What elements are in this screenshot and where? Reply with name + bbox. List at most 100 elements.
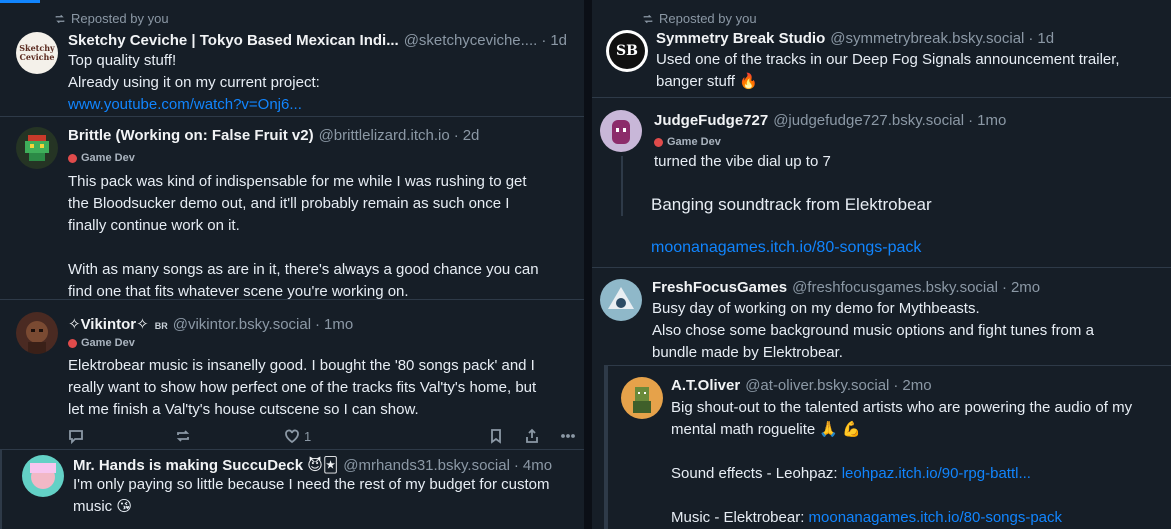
author-name[interactable]: ✧Vikintor✧	[68, 315, 149, 333]
author-handle[interactable]: @sketchyceviche....	[404, 32, 538, 49]
author-name[interactable]: Sketchy Ceviche | Tokyo Based Mexican In…	[68, 32, 399, 49]
author-handle[interactable]: @at-oliver.bsky.social	[745, 377, 889, 394]
post-link[interactable]: www.youtube.com/watch?v=Onj6...	[68, 94, 320, 116]
post-text-line: the Bloodsucker demo out, and it'll prob…	[68, 195, 510, 212]
like-count: 1	[304, 428, 312, 444]
avatar[interactable]: SB	[606, 30, 648, 72]
post-header: FreshFocusGames @freshfocusgames.bsky.so…	[652, 279, 1040, 296]
feed-post-freshfocus[interactable]: FreshFocusGames @freshfocusgames.bsky.so…	[592, 268, 1171, 529]
post-time[interactable]: 2mo	[902, 377, 931, 394]
like-icon	[285, 429, 299, 444]
repost-label: Reposted by you	[659, 11, 757, 26]
author-handle[interactable]: @symmetrybreak.bsky.social	[830, 30, 1024, 47]
post-header: Mr. Hands is making SuccuDeck 😈🃏 @mrhand…	[73, 456, 552, 474]
post-time[interactable]: 2mo	[1011, 279, 1040, 296]
post-time[interactable]: 1d	[550, 32, 567, 49]
avatar[interactable]: Sketchy Ceviche	[16, 32, 58, 74]
quoted-post-at-oliver[interactable]: A.T.Oliver @at-oliver.bsky.social · 2mo …	[604, 365, 1171, 529]
author-name[interactable]: JudgeFudge727	[654, 112, 768, 129]
bookmark-button[interactable]	[488, 428, 504, 444]
post-text: Elektrobear music is insanelly good. I b…	[68, 355, 536, 421]
post-text-line: This pack was kind of indispensable for …	[68, 173, 527, 190]
author-flag-badge: BR	[154, 321, 168, 331]
feed-post-vikintor[interactable]: ✧Vikintor✧ BR @vikintor.bsky.social · 1m…	[0, 300, 584, 450]
post-header: A.T.Oliver @at-oliver.bsky.social · 2mo	[671, 377, 932, 394]
feed-post-symmetry-break[interactable]: Reposted by you SB Symmetry Break Studio…	[592, 0, 1171, 98]
reply-icon	[69, 430, 83, 444]
sfx-link[interactable]: leohpaz.itch.io/90-rpg-battl...	[842, 465, 1031, 482]
separator-dot: ·	[1028, 30, 1034, 47]
post-text-line: Music - Elektrobear: moonanagames.itch.i…	[671, 507, 1132, 529]
feed-post-judgefudge[interactable]: JudgeFudge727 @judgefudge727.bsky.social…	[592, 98, 1171, 268]
post-text: I'm only paying so little because I need…	[73, 474, 549, 518]
avatar[interactable]	[600, 110, 642, 152]
post-header: JudgeFudge727 @judgefudge727.bsky.social…	[654, 112, 1006, 129]
share-button[interactable]	[524, 428, 540, 444]
post-text: Used one of the tracks in our Deep Fog S…	[656, 49, 1120, 93]
post-text-line: let me finish a Val'ty's house cutscene …	[68, 401, 419, 418]
studio-logo-mark: SB	[609, 33, 645, 69]
music-link[interactable]: moonanagames.itch.io/80-songs-pack	[809, 509, 1062, 526]
thread-indent-line	[0, 450, 2, 529]
post-text-line: turned the vibe dial up to 7	[654, 153, 831, 170]
post-text-line: Sound effects - Leohpaz: leohpaz.itch.io…	[671, 463, 1132, 485]
more-options-button[interactable]	[560, 428, 576, 444]
separator-dot: ·	[893, 377, 899, 394]
right-feed-column: Reposted by you SB Symmetry Break Studio…	[592, 0, 1171, 529]
post-text-line: Top quality stuff!	[68, 52, 177, 69]
post-time[interactable]: 1mo	[977, 112, 1006, 129]
post-text-line: music 😘	[73, 498, 132, 515]
post-time[interactable]: 4mo	[523, 457, 552, 474]
reply-button[interactable]	[68, 428, 84, 444]
post-header: Brittle (Working on: False Fruit v2) @br…	[68, 127, 479, 144]
author-handle[interactable]: @judgefudge727.bsky.social	[773, 112, 964, 129]
separator-dot: ·	[968, 112, 974, 129]
post-time[interactable]: 1d	[1037, 30, 1054, 47]
avatar[interactable]	[16, 312, 58, 354]
post-time[interactable]: 1mo	[324, 316, 353, 333]
avatar-character-image	[612, 120, 630, 144]
repost-button[interactable]	[175, 428, 191, 444]
author-name[interactable]: Mr. Hands is making SuccuDeck 😈🃏	[73, 456, 338, 474]
avatar[interactable]	[16, 127, 58, 169]
author-handle[interactable]: @mrhands31.bsky.social	[343, 457, 510, 474]
post-header: Sketchy Ceviche | Tokyo Based Mexican In…	[68, 32, 567, 49]
post-text-line: bundle made by Elektrobear.	[652, 344, 843, 361]
feed-post-mr-hands[interactable]: Mr. Hands is making SuccuDeck 😈🃏 @mrhand…	[0, 450, 584, 529]
post-text: Big shout-out to the talented artists wh…	[671, 397, 1132, 529]
post-header: Symmetry Break Studio @symmetrybreak.bsk…	[656, 30, 1054, 47]
avatar[interactable]	[621, 377, 663, 419]
share-icon	[526, 428, 538, 443]
like-button[interactable]: 1	[284, 428, 311, 444]
author-handle[interactable]: @brittlelizard.itch.io	[319, 127, 450, 144]
post-time[interactable]: 2d	[463, 127, 480, 144]
sfx-label: Sound effects - Leohpaz:	[671, 465, 842, 482]
repost-label: Reposted by you	[71, 11, 169, 26]
label-dot-icon	[68, 153, 77, 163]
feed-post-brittle[interactable]: Brittle (Working on: False Fruit v2) @br…	[0, 117, 584, 300]
game-dev-label: Game Dev	[654, 136, 721, 148]
author-handle[interactable]: @vikintor.bsky.social	[173, 316, 311, 333]
author-name[interactable]: Symmetry Break Studio	[656, 30, 825, 47]
post-text-line: Banging soundtrack from Elektrobear	[651, 195, 932, 214]
bookmark-icon	[491, 429, 501, 444]
separator-dot: ·	[513, 457, 519, 474]
author-name[interactable]: Brittle (Working on: False Fruit v2)	[68, 127, 314, 144]
avatar-creature-image	[608, 287, 634, 309]
pixel-lizard-avatar-image	[25, 135, 49, 161]
avatar[interactable]	[600, 279, 642, 321]
label-text: Game Dev	[81, 337, 135, 349]
author-name[interactable]: A.T.Oliver	[671, 377, 740, 394]
author-handle[interactable]: @freshfocusgames.bsky.social	[792, 279, 998, 296]
post-header: ✧Vikintor✧ BR @vikintor.bsky.social · 1m…	[68, 315, 353, 333]
post-link[interactable]: moonanagames.itch.io/80-songs-pack	[651, 237, 921, 259]
feed-post-sketchy-ceviche[interactable]: Reposted by you Sketchy Ceviche Sketchy …	[0, 0, 584, 117]
repost-indicator: Reposted by you	[54, 11, 169, 26]
thread-connector-line	[621, 156, 623, 216]
author-name[interactable]: FreshFocusGames	[652, 279, 787, 296]
post-text-line: really want to show how perfect one of t…	[68, 379, 537, 396]
avatar[interactable]	[22, 455, 64, 497]
